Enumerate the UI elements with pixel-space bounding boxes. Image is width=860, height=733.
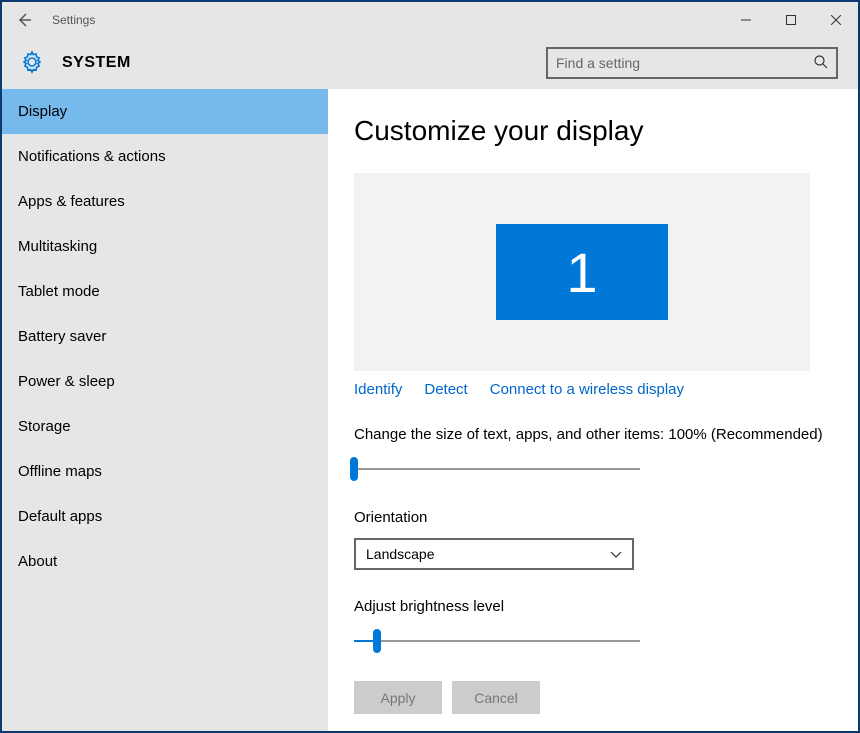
display-preview: 1 <box>354 173 810 371</box>
monitor-number: 1 <box>566 240 597 305</box>
sidebar-item-offline-maps[interactable]: Offline maps <box>2 449 328 494</box>
sidebar-item-display[interactable]: Display <box>2 89 328 134</box>
main-content: Customize your display 1 Identify Detect… <box>328 89 858 731</box>
sidebar-item-storage[interactable]: Storage <box>2 404 328 449</box>
search-box[interactable] <box>546 47 838 79</box>
sidebar-item-about[interactable]: About <box>2 539 328 584</box>
action-buttons: Apply Cancel <box>354 681 832 714</box>
orientation-dropdown[interactable]: Landscape <box>354 538 634 570</box>
slider-track <box>354 468 640 470</box>
slider-thumb[interactable] <box>350 457 358 481</box>
chevron-down-icon <box>610 546 622 562</box>
slider-thumb[interactable] <box>373 629 381 653</box>
header: SYSTEM <box>2 37 858 89</box>
page-heading: Customize your display <box>354 115 832 147</box>
close-button[interactable] <box>813 2 858 37</box>
window-controls <box>723 2 858 37</box>
sidebar-item-tablet-mode[interactable]: Tablet mode <box>2 269 328 314</box>
titlebar: Settings <box>2 2 858 37</box>
wireless-link[interactable]: Connect to a wireless display <box>490 381 684 398</box>
window-title: Settings <box>52 13 95 27</box>
identify-link[interactable]: Identify <box>354 381 402 398</box>
maximize-icon <box>786 15 796 25</box>
sidebar: DisplayNotifications & actionsApps & fea… <box>2 89 328 731</box>
minimize-icon <box>741 15 751 25</box>
gear-icon <box>20 50 44 77</box>
detect-link[interactable]: Detect <box>424 381 467 398</box>
sidebar-item-multitasking[interactable]: Multitasking <box>2 224 328 269</box>
search-input[interactable] <box>556 55 814 71</box>
minimize-button[interactable] <box>723 2 768 37</box>
scale-slider[interactable] <box>354 455 640 483</box>
orientation-value: Landscape <box>366 546 435 562</box>
scale-label: Change the size of text, apps, and other… <box>354 426 832 443</box>
orientation-label: Orientation <box>354 509 832 526</box>
back-button[interactable] <box>2 2 46 37</box>
apply-button[interactable]: Apply <box>354 681 442 714</box>
maximize-button[interactable] <box>768 2 813 37</box>
sidebar-item-battery-saver[interactable]: Battery saver <box>2 314 328 359</box>
brightness-slider[interactable] <box>354 627 640 655</box>
back-arrow-icon <box>16 12 32 28</box>
sidebar-item-power-sleep[interactable]: Power & sleep <box>2 359 328 404</box>
slider-track <box>354 640 640 642</box>
monitor-tile[interactable]: 1 <box>496 224 668 320</box>
close-icon <box>831 15 841 25</box>
search-icon <box>814 55 828 72</box>
brightness-label: Adjust brightness level <box>354 598 832 615</box>
page-title: SYSTEM <box>62 54 131 72</box>
cancel-button[interactable]: Cancel <box>452 681 540 714</box>
sidebar-item-default-apps[interactable]: Default apps <box>2 494 328 539</box>
sidebar-item-apps-features[interactable]: Apps & features <box>2 179 328 224</box>
display-links: Identify Detect Connect to a wireless di… <box>354 381 832 398</box>
sidebar-item-notifications-actions[interactable]: Notifications & actions <box>2 134 328 179</box>
